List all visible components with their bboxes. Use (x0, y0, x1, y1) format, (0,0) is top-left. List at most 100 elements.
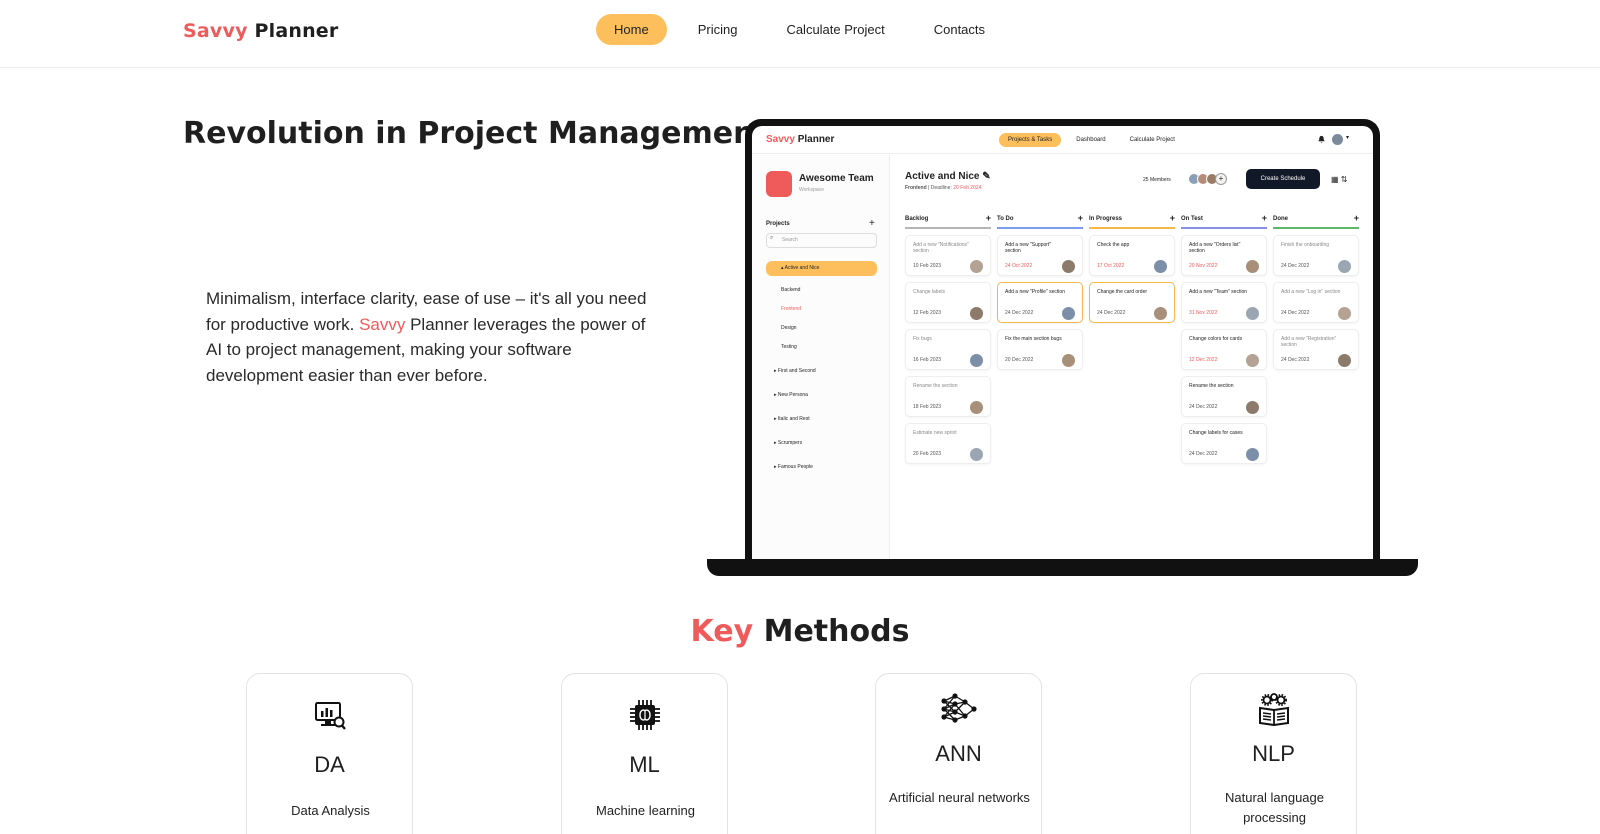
bell-icon (1317, 135, 1326, 144)
preview-project-label: First and Second (777, 368, 816, 374)
brand-logo[interactable]: Savvy Planner (183, 20, 338, 42)
avatar (970, 260, 983, 273)
task-date: 20 Nov 2022 (1189, 263, 1218, 269)
task-card: Change labels for cases 24 Dec 2022 (1181, 423, 1267, 464)
column-name: To Do (997, 216, 1014, 222)
task-date: 12 Dec 2022 (1189, 357, 1218, 363)
projects-heading: Projects (766, 221, 790, 227)
preview-nav-dashboard: Dashboard (1076, 137, 1106, 143)
avatar (1246, 307, 1259, 320)
method-card-da: DA Data Analysis (246, 673, 413, 834)
column-color-bar (1089, 227, 1175, 229)
task-card: Add a new "Profile" section 24 Dec 2022 (997, 282, 1083, 323)
avatar (1062, 307, 1075, 320)
preview-project-label: Italic and Rest (777, 416, 810, 422)
chip-icon (562, 698, 727, 732)
task-card: Change labels 12 Feb 2023 (905, 282, 991, 323)
preview-sub-item: Design (781, 325, 797, 331)
preview-sidebar: Awesome Team Workspace Projects + Search… (752, 155, 890, 559)
methods-title-accent: Key (690, 614, 754, 649)
task-date: 24 Dec 2022 (1281, 310, 1310, 316)
nav-contacts[interactable]: Contacts (916, 14, 1003, 45)
task-card: Finish the onboarding 24 Dec 2022 (1273, 235, 1359, 276)
method-desc: Machine learning (595, 803, 695, 818)
avatar (970, 448, 983, 461)
method-desc: Artificial neural networks (889, 790, 1030, 805)
task-date: 16 Feb 2023 (913, 357, 942, 363)
nav-pricing[interactable]: Pricing (680, 14, 756, 45)
board-team: Frontend (905, 185, 927, 191)
pencil-icon: ✎ (982, 171, 991, 182)
nav-home[interactable]: Home (596, 14, 667, 45)
avatar (1338, 354, 1351, 367)
board-column: Backlog + Add a new "Notifications" sectio… (905, 213, 991, 470)
method-desc: Natural language processing (1224, 790, 1325, 825)
task-date: 10 Feb 2023 (913, 263, 942, 269)
task-card: Add a new "Orders list" section 20 Nov 20… (1181, 235, 1267, 276)
preview-nav-calculate: Calculate Project (1129, 137, 1175, 143)
team-name: Awesome Team (799, 173, 874, 184)
preview-board: Active and Nice ✎ Frontend | Deadline: 2… (891, 155, 1373, 559)
column-header: In Progress + (1089, 213, 1175, 226)
plus-icon: + (869, 218, 875, 229)
plus-icon: + (1261, 213, 1267, 223)
preview-brand: Savvy Planner (766, 134, 834, 145)
preview-project-label: Scrumpers (777, 440, 803, 446)
methods-title: Key Methods (0, 614, 1600, 649)
brand-rest: Planner (254, 20, 339, 42)
hero-title: Revolution in Project Management! (183, 116, 783, 151)
column-name: Backlog (905, 216, 929, 222)
task-title: Change labels (913, 289, 945, 295)
task-title: Change labels for cases (1189, 430, 1243, 436)
method-card-ann: ANN Artificial neural networks (875, 673, 1042, 834)
task-date: 31 Nov 2022 (1189, 310, 1218, 316)
task-date: 24 Dec 2022 (1281, 263, 1310, 269)
column-name: On Test (1181, 216, 1203, 222)
task-title: Fix the main section bugs (1005, 336, 1062, 342)
avatar (1338, 260, 1351, 273)
avatar (970, 354, 983, 367)
avatar (1246, 448, 1259, 461)
method-card-ml: ML Machine learning (561, 673, 728, 834)
hero-text-accent: Savvy (359, 314, 406, 334)
board-column: To Do + Add a new "Support" section 24 Oct … (997, 213, 1083, 376)
chevron-down-icon: ▾ (1346, 135, 1350, 141)
board-title: Active and Nice ✎ (905, 171, 991, 182)
task-card: Change colors for cards 12 Dec 2022 (1181, 329, 1267, 370)
preview-brand-rest: Planner (794, 134, 835, 145)
task-title: Change colors for cards (1189, 336, 1243, 342)
data-analysis-icon (247, 698, 412, 732)
task-card: Add a new "Notifications" section 10 Feb … (905, 235, 991, 276)
task-date: 24 Dec 2022 (1097, 310, 1126, 316)
preview-project-item: ▸ Famous People (774, 464, 813, 470)
task-card: Check the app 17 Oct 2022 (1089, 235, 1175, 276)
laptop-mockup: Savvy Planner Projects & Tasks Dashboard… (745, 119, 1380, 563)
nav-calculate-project[interactable]: Calculate Project (768, 14, 902, 45)
task-date: 20 Feb 2023 (913, 451, 942, 457)
task-date: 17 Oct 2022 (1097, 263, 1125, 269)
column-color-bar (997, 227, 1083, 229)
method-abbr: DA (314, 752, 345, 777)
preview-topbar: Savvy Planner Projects & Tasks Dashboard… (752, 126, 1373, 154)
preview-project-item: ▸ New Persona (774, 392, 808, 398)
task-date: 24 Dec 2022 (1189, 451, 1218, 457)
board-deadline: 20 Feb 2024 (953, 185, 982, 191)
neural-network-icon (876, 692, 1041, 726)
methods-title-rest: Methods (753, 614, 910, 649)
preview-project-item: ▸ Scrumpers (774, 440, 803, 446)
board-column: In Progress + Check the app 17 Oct 2022 Chan… (1089, 213, 1175, 329)
method-abbr: ML (629, 752, 660, 777)
book-gears-icon (1191, 692, 1356, 726)
task-card: Rename the section 24 Dec 2022 (1181, 376, 1267, 417)
task-card: Fix bugs 16 Feb 2023 (905, 329, 991, 370)
task-card: Estimate new sprint 20 Feb 2023 (905, 423, 991, 464)
column-header: Backlog + (905, 213, 991, 226)
avatar (1246, 401, 1259, 414)
board-column: Done + Finish the onboarding 24 Dec 2022 Add… (1273, 213, 1359, 376)
column-header: On Test + (1181, 213, 1267, 226)
preview-nav-projects: Projects & Tasks (999, 133, 1062, 147)
plus-icon: + (985, 213, 991, 223)
task-title: Check the app (1097, 242, 1130, 248)
task-card: Change the card order 24 Dec 2022 (1089, 282, 1175, 323)
task-title: Change the card order (1097, 289, 1148, 295)
